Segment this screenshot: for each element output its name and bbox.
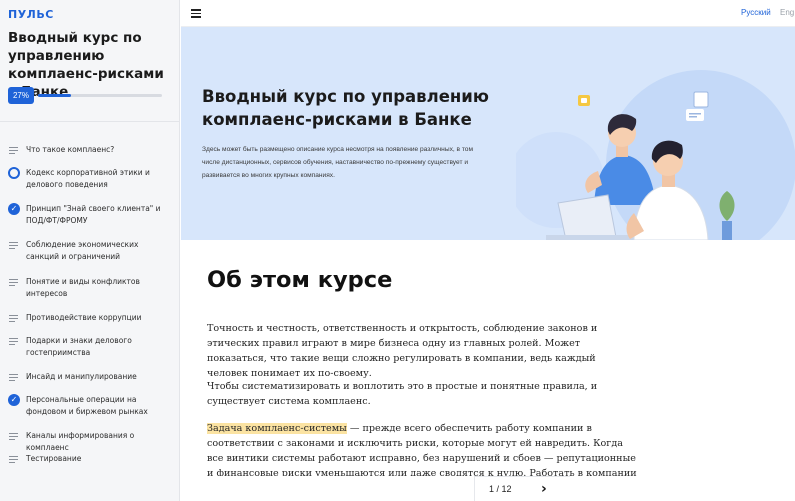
menu-item-label: Персональные операции на фондовом и бирж… — [26, 395, 148, 416]
language-en-link[interactable]: Eng — [780, 8, 794, 17]
menu-item-label: Противодействие коррупции — [26, 313, 142, 322]
hero-title: Вводный курс по управлению комплаенс-рис… — [202, 87, 489, 129]
divider — [0, 121, 180, 122]
menu-item-label: Соблюдение экономических санкций и огран… — [26, 240, 139, 261]
text-lines-icon — [8, 312, 20, 324]
highlighted-phrase: Задача комплаенс-системы — [207, 423, 347, 434]
progress-badge: 27% — [8, 87, 34, 104]
next-page-chevron-icon[interactable]: › — [541, 482, 555, 496]
about-title: Об этом курсе — [207, 267, 393, 293]
text-lines-icon — [8, 239, 20, 251]
menu-item-label: Подарки и знаки делового гостеприимства — [26, 336, 132, 357]
check-circle-icon: ✓ — [8, 394, 20, 406]
menu-item-label: Инсайд и манипулирование — [26, 372, 137, 381]
page-indicator: 1 / 12 — [489, 484, 512, 494]
check-circle-icon: ✓ — [8, 203, 20, 215]
about-paragraph-1: Точность и честность, ответственность и … — [207, 323, 598, 379]
text-lines-icon — [8, 276, 20, 288]
text-lines-icon — [8, 335, 20, 347]
top-bar: Русский Eng — [181, 0, 795, 27]
hamburger-menu-icon[interactable] — [191, 9, 201, 18]
menu-item-label: Тестирование — [26, 454, 82, 463]
hero-banner: Вводный курс по управлению комплаенс-рис… — [181, 27, 795, 240]
menu-item-label: Принцип "Знай своего клиента" и ПОД/ФТ/Ф… — [26, 204, 161, 225]
text-lines-icon — [8, 453, 20, 465]
progress-bar — [38, 94, 162, 97]
text-lines-icon — [8, 144, 20, 156]
pagination: 1 / 12 › — [474, 476, 570, 501]
progress-fill — [38, 94, 72, 97]
brand-logo[interactable]: ПУЛЬС — [8, 8, 54, 21]
text-lines-icon — [8, 430, 20, 442]
about-paragraph-3: Задача комплаенс-системы — прежде всего … — [207, 421, 637, 476]
people-illustration — [516, 70, 795, 240]
hero-description: Здесь может быть размещено описание курс… — [202, 146, 474, 179]
text-lines-icon — [8, 371, 20, 383]
menu-item-label: Понятие и виды конфликтов интересов — [26, 277, 140, 298]
sidebar: ПУЛЬС Вводный курс по управлению комплае… — [0, 0, 180, 501]
menu-item-label: Каналы информирования о комплаенс — [26, 431, 135, 452]
about-paragraph-2: Чтобы систематизировать и воплотить это … — [207, 381, 598, 407]
in-progress-circle-icon — [8, 167, 20, 179]
language-ru-link[interactable]: Русский — [741, 8, 771, 17]
menu-item-label: Кодекс корпоративной этики и делового по… — [26, 168, 150, 189]
menu-item-label: Что такое комплаенс? — [26, 145, 115, 154]
